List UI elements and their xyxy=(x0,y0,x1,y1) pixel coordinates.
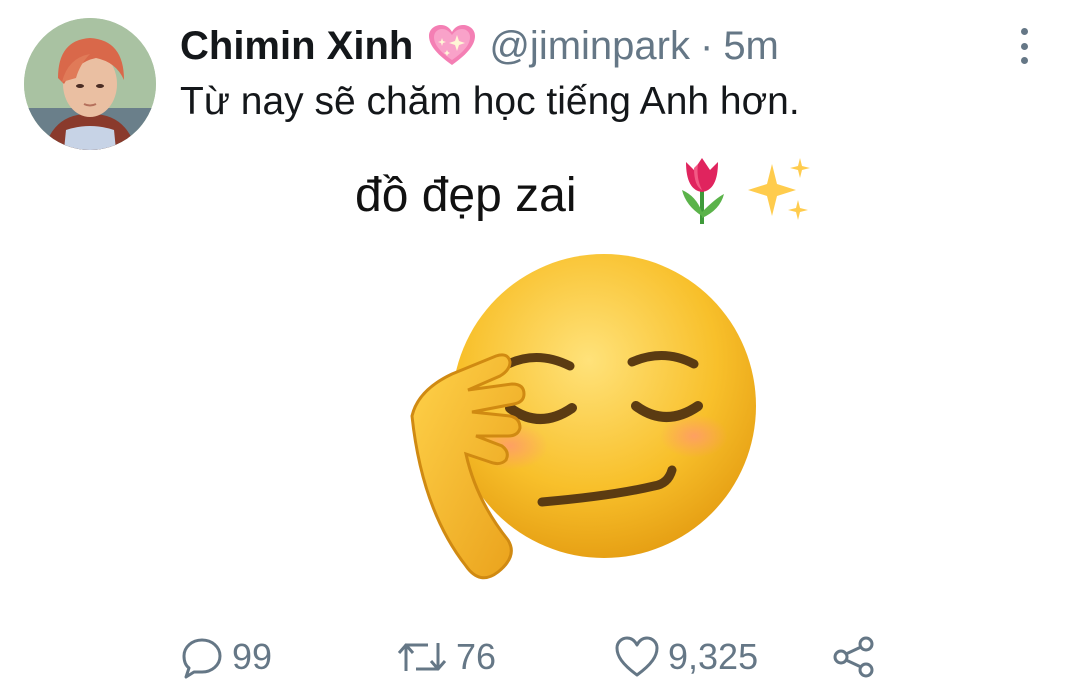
reply-button[interactable]: 99 xyxy=(180,630,272,684)
author-handle[interactable]: @jiminpark xyxy=(489,22,690,70)
separator-dot: · xyxy=(699,24,714,68)
reply-count: 99 xyxy=(232,636,273,677)
sparkles-emoji xyxy=(748,158,810,220)
tweet-text: Từ nay sẽ chăm học tiếng Anh hơn. xyxy=(180,80,800,123)
reply-icon xyxy=(182,638,222,679)
retweet-button[interactable]: 76 xyxy=(396,630,496,684)
tweet-header: Chimin Xinh @jiminpark · 5m xyxy=(180,22,779,70)
like-count: 9,325 xyxy=(668,636,759,677)
tweet-actions: 99 76 9,325 xyxy=(0,630,1077,684)
author-display-name[interactable]: Chimin Xinh xyxy=(180,22,413,70)
more-options-icon[interactable] xyxy=(1012,28,1036,64)
tweet-timestamp[interactable]: 5m xyxy=(723,22,779,70)
share-button[interactable] xyxy=(832,630,884,684)
retweet-count: 76 xyxy=(456,636,497,677)
tulip-emoji xyxy=(682,158,724,224)
meme-caption: đồ đẹp zai xyxy=(355,169,577,222)
smirking-salute-face-emoji xyxy=(410,254,756,580)
share-icon xyxy=(833,636,874,678)
sparkling-heart-emoji xyxy=(427,24,477,68)
tweet-media[interactable]: đồ đẹp zai xyxy=(180,140,1040,610)
avatar[interactable] xyxy=(24,18,156,150)
retweet-icon xyxy=(397,643,447,671)
like-button[interactable]: 9,325 xyxy=(614,630,758,684)
heart-icon xyxy=(615,636,659,677)
